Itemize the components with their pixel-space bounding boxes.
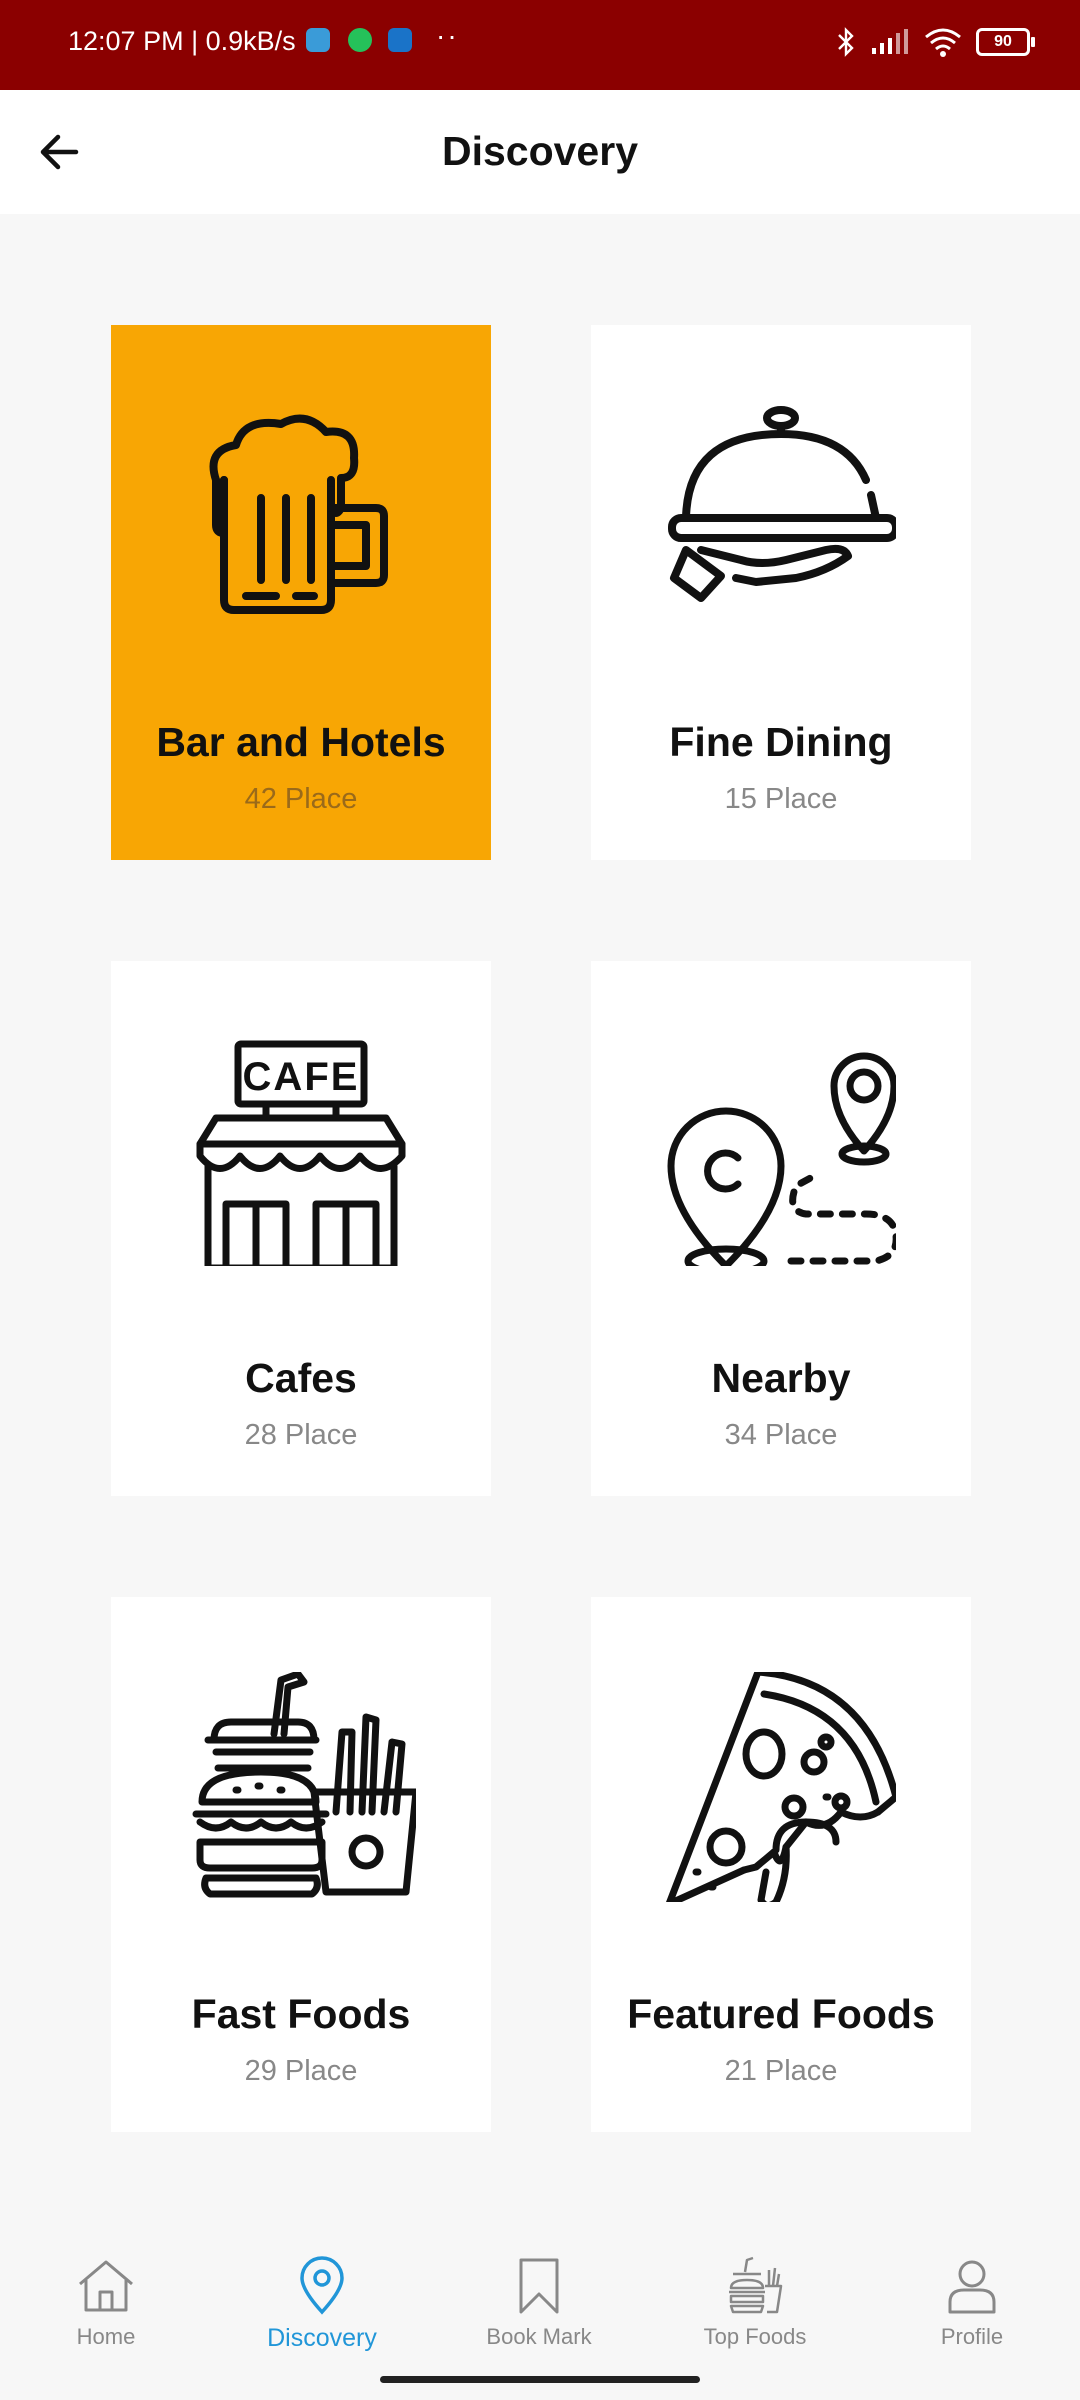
category-count: 42 Place (244, 783, 358, 815)
status-bar: 12:07 PM | 0.9kB/s ·· 90 (0, 0, 1080, 90)
nav-bookmark[interactable]: Book Mark (449, 2256, 629, 2376)
nav-profile[interactable]: Profile (882, 2256, 1062, 2376)
more-notifications-icon: ·· (436, 20, 459, 51)
beer-mug-icon (209, 414, 388, 614)
nav-top-foods[interactable]: Top Foods (665, 2256, 845, 2376)
category-title: Fine Dining (669, 719, 893, 765)
nav-label: Profile (940, 2324, 1004, 2349)
nav-home[interactable]: Home (16, 2256, 196, 2376)
category-card-bar-and-hotels[interactable]: Bar and Hotels 42 Place (111, 325, 491, 860)
category-card-cafes[interactable]: CAFE Cafes 28 Place (111, 961, 491, 1496)
outlook-icon (388, 28, 412, 52)
cafe-icon: CAFE (196, 1040, 406, 1266)
wifi-icon (925, 28, 961, 57)
category-title: Bar and Hotels (156, 719, 446, 765)
nav-label: Book Mark (486, 2324, 592, 2349)
category-count: 29 Place (244, 2055, 358, 2087)
signal-icon (872, 29, 908, 54)
category-title: Fast Foods (191, 1991, 411, 2037)
category-card-fast-foods[interactable]: Fast Foods 29 Place (111, 1597, 491, 2132)
category-count: 21 Place (724, 2055, 838, 2087)
home-indicator (380, 2376, 700, 2383)
category-card-fine-dining[interactable]: Fine Dining 15 Place (591, 325, 971, 860)
category-count: 28 Place (244, 1419, 358, 1451)
svg-text:CAFE: CAFE (243, 1055, 360, 1099)
category-title: Nearby (711, 1355, 851, 1401)
nav-label: Top Foods (703, 2324, 807, 2349)
battery-icon: 90 (976, 28, 1035, 56)
category-count: 34 Place (724, 1419, 838, 1451)
home-icon (79, 2260, 133, 2312)
category-count: 15 Place (724, 783, 838, 815)
category-card-nearby[interactable]: Nearby 34 Place (591, 961, 971, 1496)
food-icon (729, 2256, 783, 2314)
pizza-slice-icon (666, 1672, 896, 1902)
app-bar: Discovery (0, 90, 1080, 214)
location-pin-icon (300, 2256, 344, 2315)
whatsapp-icon (348, 28, 372, 52)
user-icon (948, 2260, 996, 2314)
page-title: Discovery (441, 128, 638, 174)
map-route-icon (667, 1052, 896, 1266)
nav-label: Discovery (267, 2324, 377, 2352)
category-title: Cafes (245, 1355, 357, 1401)
bookmark-icon (519, 2258, 559, 2314)
bluetooth-icon (838, 27, 854, 57)
fast-food-icon (192, 1672, 416, 1898)
status-time: 12:07 PM | 0.9kB/s (68, 26, 296, 56)
nav-label: Home (76, 2324, 136, 2349)
category-card-featured-foods[interactable]: Featured Foods 21 Place (591, 1597, 971, 2132)
cloche-icon (668, 406, 896, 602)
nav-discovery[interactable]: Discovery (232, 2256, 412, 2376)
category-title: Featured Foods (627, 1991, 935, 2037)
telegram-icon (306, 28, 330, 52)
